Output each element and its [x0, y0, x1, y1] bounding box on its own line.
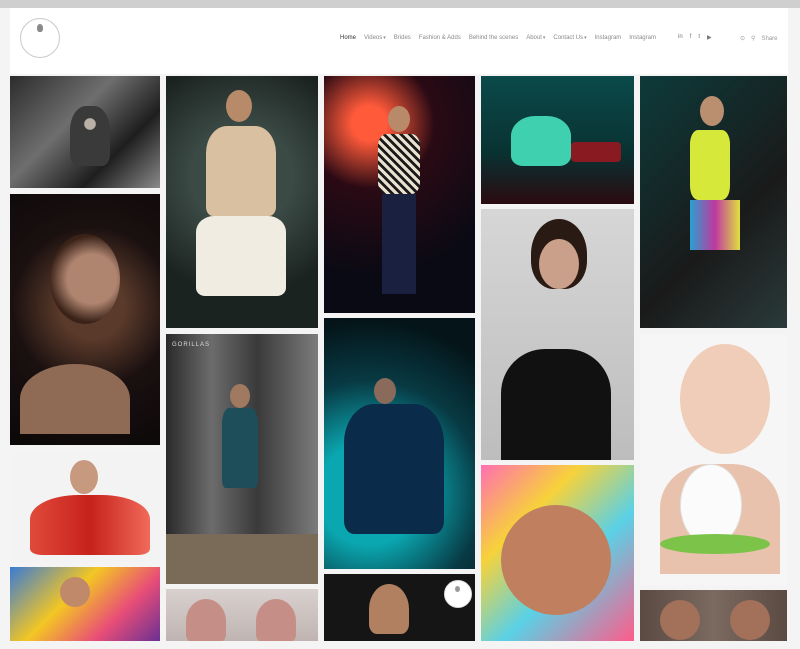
- photo-subject: [70, 106, 110, 166]
- photo-subject: [374, 378, 396, 404]
- photo-subject: [226, 90, 252, 122]
- photo-tile[interactable]: [10, 567, 160, 641]
- photo-subject: [730, 600, 770, 640]
- photo-tile[interactable]: GORILLAS: [166, 334, 318, 584]
- photo-subject: [388, 106, 410, 132]
- nav-instagram[interactable]: Instagram: [595, 35, 622, 41]
- twitter-icon[interactable]: t: [698, 34, 700, 41]
- photo-subject: [256, 599, 296, 641]
- photo-subject: [690, 200, 740, 250]
- photo-subject: [501, 505, 611, 615]
- site-header: Home Videos▾ Brides Fashion & Adds Behin…: [10, 8, 788, 74]
- photo-tile[interactable]: [10, 194, 160, 445]
- photo-tile[interactable]: [481, 76, 634, 204]
- linkedin-icon[interactable]: in: [678, 34, 683, 41]
- photo-subject: [539, 239, 579, 289]
- share-area: ⊙ ⚲ Share: [740, 35, 777, 43]
- photo-subject: [501, 349, 611, 460]
- photo-tile[interactable]: [166, 589, 318, 641]
- photo-tile[interactable]: [324, 76, 475, 313]
- photo-subject: [511, 116, 571, 166]
- share-link[interactable]: Share: [761, 36, 777, 42]
- photo-subject: [344, 404, 444, 534]
- photo-tile[interactable]: [481, 209, 634, 460]
- photo-subject: [700, 96, 724, 126]
- nav-brides[interactable]: Brides: [394, 35, 411, 41]
- photo-tile[interactable]: [324, 574, 475, 641]
- chevron-down-icon: ▾: [383, 35, 386, 41]
- photo-tile[interactable]: [640, 76, 787, 328]
- photo-subject: [680, 344, 770, 454]
- photo-subject: [50, 234, 120, 324]
- chevron-down-icon: ▾: [584, 35, 587, 41]
- main-nav: Home Videos▾ Brides Fashion & Adds Behin…: [340, 35, 656, 41]
- nav-fashion-adds[interactable]: Fashion & Adds: [419, 35, 461, 41]
- photo-tile[interactable]: [324, 318, 475, 569]
- photo-subject: [690, 130, 730, 200]
- watermark-badge: [444, 580, 472, 608]
- pin-icon[interactable]: ⚲: [751, 35, 755, 42]
- photo-subject: [378, 134, 420, 194]
- photo-tile[interactable]: [481, 465, 634, 641]
- chevron-down-icon: ▾: [542, 35, 546, 41]
- badge-mark-icon: [455, 586, 460, 592]
- nav-home[interactable]: Home: [340, 35, 356, 41]
- photo-subject: [230, 384, 250, 408]
- photo-subject: [206, 126, 276, 216]
- facebook-icon[interactable]: f: [690, 34, 692, 41]
- photo-subject: [20, 364, 130, 434]
- tile-logo-text: GORILLAS: [172, 342, 211, 348]
- photo-tile[interactable]: [10, 450, 160, 562]
- photo-subject: [660, 600, 700, 640]
- nav-about[interactable]: About▾: [526, 35, 545, 41]
- pinterest-icon[interactable]: ⊙: [740, 35, 745, 42]
- photo-tile[interactable]: [166, 76, 318, 328]
- browser-top-strip: [0, 0, 800, 8]
- site-logo[interactable]: [20, 18, 60, 58]
- photo-subject: [571, 142, 621, 162]
- photo-tile[interactable]: [640, 334, 787, 585]
- nav-behind-the-scenes[interactable]: Behind the scenes: [469, 35, 518, 41]
- photo-subject: [70, 460, 98, 494]
- nav-instagram-2[interactable]: Instagram: [629, 35, 656, 41]
- photo-subject: [196, 216, 286, 296]
- nav-contact-us[interactable]: Contact Us▾: [553, 35, 586, 41]
- photo-subject: [60, 577, 90, 607]
- photo-subject: [382, 194, 416, 294]
- photo-tile[interactable]: [10, 76, 160, 188]
- logo-mark-icon: [37, 24, 43, 32]
- photo-subject: [166, 534, 318, 584]
- photo-tile[interactable]: [640, 590, 787, 641]
- photo-subject: [660, 534, 770, 554]
- photo-subject: [369, 584, 409, 634]
- social-links: in f t ▶: [678, 34, 712, 41]
- photo-subject: [30, 495, 150, 555]
- photo-subject: [186, 599, 226, 641]
- photo-subject: [222, 408, 258, 488]
- youtube-icon[interactable]: ▶: [707, 34, 712, 41]
- nav-videos[interactable]: Videos▾: [364, 35, 386, 41]
